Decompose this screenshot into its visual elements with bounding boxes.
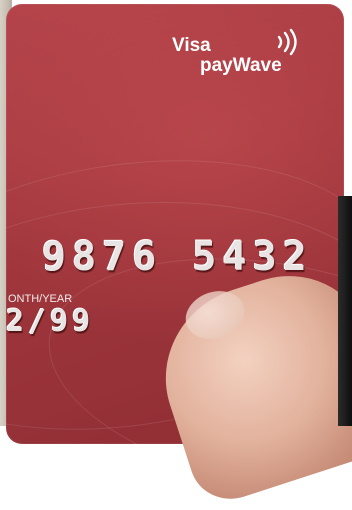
brand-line-paywave: payWave — [200, 55, 282, 76]
contactless-waves-icon — [275, 28, 301, 61]
visa-paywave-brand: Visa payWave — [172, 36, 282, 76]
brand-line-visa: Visa — [172, 35, 211, 56]
expiry-value: 2/99 — [6, 304, 95, 339]
background-dark-edge — [338, 196, 352, 426]
card-number: 9876 5432 — [42, 234, 313, 280]
